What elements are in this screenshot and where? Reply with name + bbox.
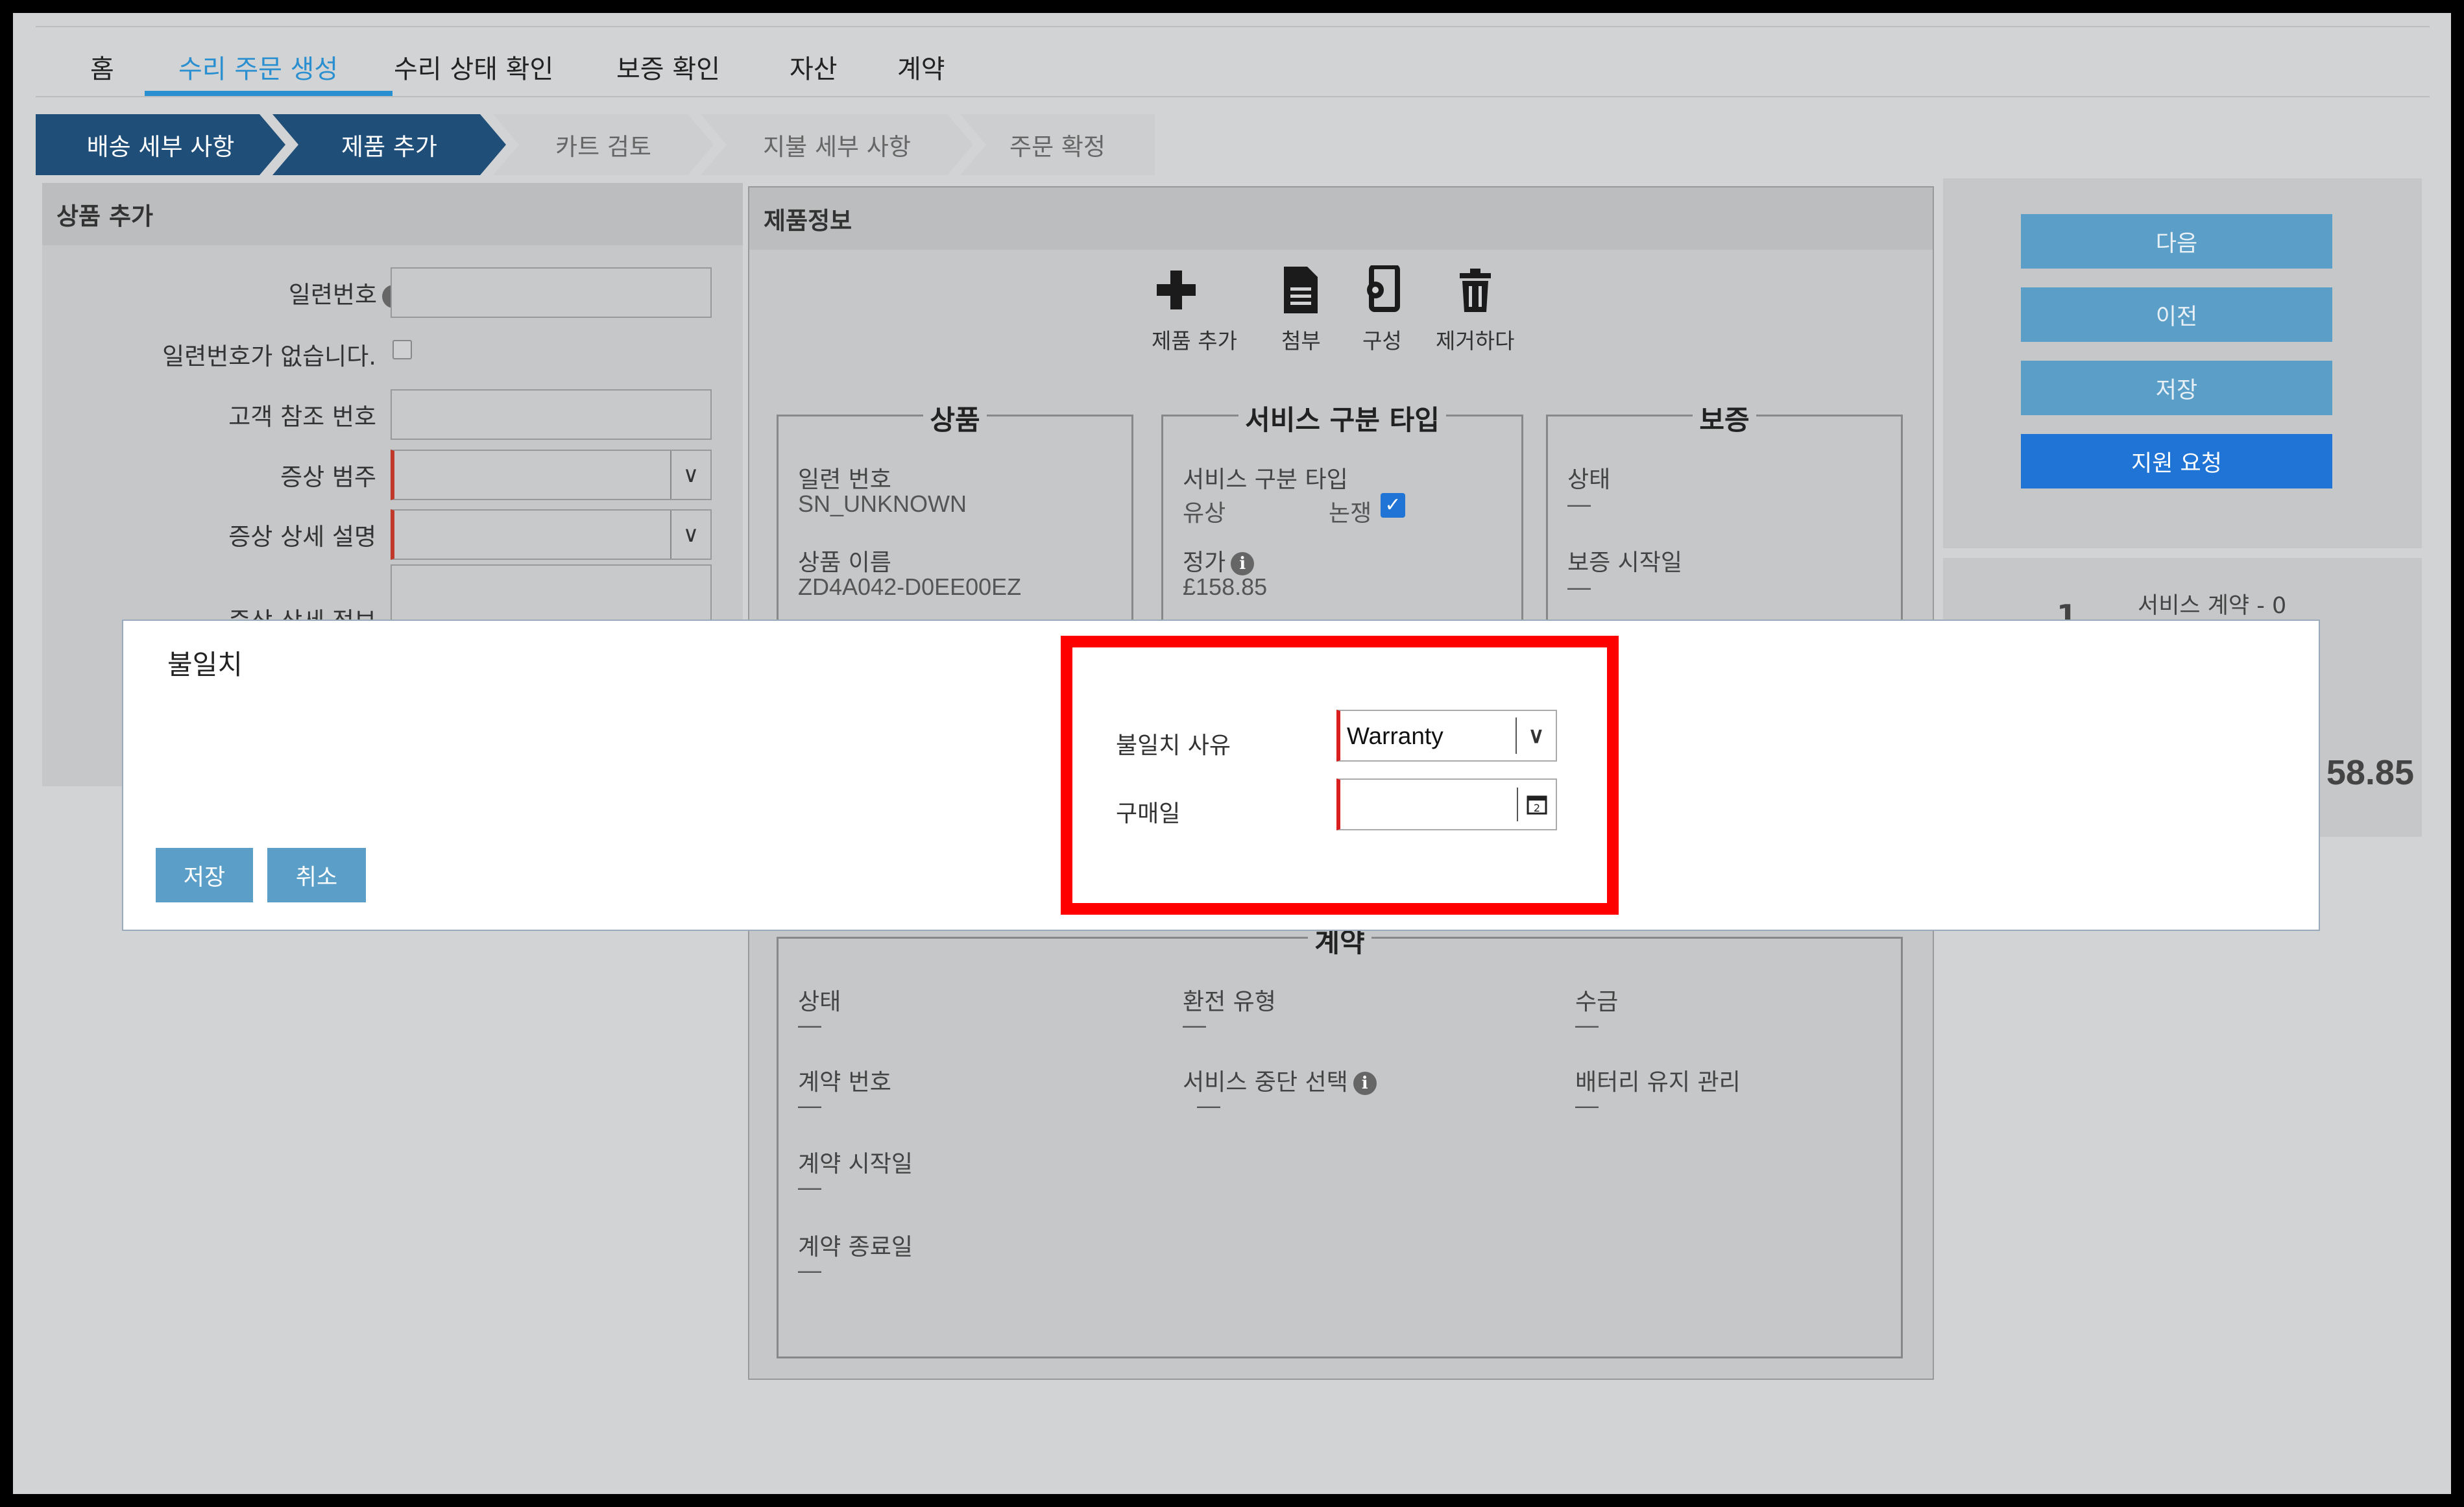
next-button[interactable]: 다음 xyxy=(2021,214,2332,269)
contract-status-value: — xyxy=(798,1011,821,1038)
warranty-start-label: 보증 시작일 xyxy=(1567,549,1683,576)
tab-assets[interactable]: 자산 xyxy=(790,48,838,86)
no-serial-checkbox[interactable] xyxy=(393,340,412,359)
product-info-title: 제품정보 xyxy=(749,187,1933,250)
list-price-label: 정가 i xyxy=(1183,544,1255,577)
step-add-product[interactable]: 제품 추가 xyxy=(272,114,506,175)
list-price-value: £158.85 xyxy=(1183,573,1268,600)
product-legend: 상품 xyxy=(923,404,987,436)
symptom-category-select[interactable]: ∨ xyxy=(391,450,712,500)
battery-maintenance-value: — xyxy=(1575,1092,1599,1118)
symptom-desc-select[interactable]: ∨ xyxy=(391,509,712,560)
step-order-confirm[interactable]: 주문 확정 xyxy=(960,114,1155,175)
customer-ref-label: 고객 참조 번호 xyxy=(228,403,376,431)
file-icon xyxy=(1284,267,1318,313)
customer-ref-input[interactable] xyxy=(391,389,712,440)
serial-number-input[interactable] xyxy=(391,267,712,318)
service-stop-value: — xyxy=(1197,1092,1220,1118)
step-payment-details[interactable]: 지불 세부 사항 xyxy=(701,114,973,175)
app-frame: 홈 수리 주문 생성 수리 상태 확인 보증 확인 자산 계약 배송 세부 사항… xyxy=(13,13,2451,1494)
warranty-status-label: 상태 xyxy=(1567,466,1611,493)
device-gear-icon xyxy=(1367,265,1401,312)
warranty-status-value: — xyxy=(1567,490,1591,517)
top-nav: 홈 수리 주문 생성 수리 상태 확인 보증 확인 자산 계약 xyxy=(36,26,2430,97)
service-type-label: 서비스 구분 타입 xyxy=(1183,466,1348,493)
chevron-down-icon: ∨ xyxy=(670,451,710,499)
exchange-type-value: — xyxy=(1183,1011,1206,1038)
no-serial-label: 일련번호가 없습니다. xyxy=(162,343,376,370)
service-type-value: 유상 xyxy=(1183,500,1226,527)
collection-value: — xyxy=(1575,1011,1599,1038)
warranty-start-value: — xyxy=(1567,573,1591,600)
step-shipping-details[interactable]: 배송 세부 사항 xyxy=(36,114,285,175)
step-cart-review[interactable]: 카트 검토 xyxy=(493,114,714,175)
previous-button[interactable]: 이전 xyxy=(2021,287,2332,342)
contract-legend: 계약 xyxy=(1308,926,1371,958)
tool-attach[interactable]: 첨부 xyxy=(1281,265,1321,355)
dialog-title: 불일치 xyxy=(167,649,243,681)
product-serial-value: SN_UNKNOWN xyxy=(798,490,967,517)
tab-warranty-check[interactable]: 보증 확인 xyxy=(616,48,720,86)
tab-home[interactable]: 홈 xyxy=(90,48,114,86)
info-icon: i xyxy=(1353,1072,1377,1095)
info-icon: i xyxy=(1231,552,1255,575)
save-button[interactable]: 저장 xyxy=(2021,361,2332,415)
active-tab-indicator xyxy=(145,91,393,96)
add-product-title: 상품 추가 xyxy=(42,183,743,245)
battery-maintenance-label: 배터리 유지 관리 xyxy=(1575,1069,1741,1096)
dispute-label: 논쟁 xyxy=(1329,500,1372,527)
tab-create-repair-order[interactable]: 수리 주문 생성 xyxy=(178,48,338,86)
product-serial-label: 일련 번호 xyxy=(798,466,891,493)
tab-repair-status[interactable]: 수리 상태 확인 xyxy=(394,48,553,86)
chevron-down-icon: ∨ xyxy=(670,511,710,559)
plus-icon xyxy=(1157,271,1196,309)
tool-remove[interactable]: 제거하다 xyxy=(1436,265,1514,355)
contract-start-value: — xyxy=(798,1174,821,1200)
dialog-save-button[interactable]: 저장 xyxy=(156,848,253,902)
tool-configure[interactable]: 구성 xyxy=(1362,265,1402,355)
tool-add-product[interactable]: 제품 추가 xyxy=(1152,265,1237,355)
dispute-checkbox[interactable]: ✓ xyxy=(1381,493,1405,518)
cart-total: 58.85 xyxy=(2326,753,2414,792)
tab-contracts[interactable]: 계약 xyxy=(897,48,945,86)
support-request-button[interactable]: 지원 요청 xyxy=(2021,434,2332,488)
highlight-box xyxy=(1061,636,1619,915)
trash-icon xyxy=(1459,269,1491,312)
contract-fieldset: 계약 상태 — 환전 유형 — 수금 — 계약 번호 — 서비스 중단 선택 i … xyxy=(777,926,1903,1358)
service-type-legend: 서비스 구분 타입 xyxy=(1238,404,1446,436)
warranty-legend: 보증 xyxy=(1693,404,1756,436)
contract-number-value: — xyxy=(798,1092,821,1118)
serial-number-label: 일련번호i xyxy=(289,275,405,310)
symptom-category-label: 증상 범주 xyxy=(280,463,376,491)
product-name-label: 상품 이름 xyxy=(798,549,891,576)
dialog-cancel-button[interactable]: 취소 xyxy=(267,848,366,902)
contract-end-value: — xyxy=(798,1257,821,1283)
product-name-value: ZD4A042-D0EE00EZ xyxy=(798,573,1022,600)
symptom-desc-label: 증상 상세 설명 xyxy=(228,523,376,551)
service-contract-summary: 서비스 계약 - 0 xyxy=(2138,593,2287,619)
